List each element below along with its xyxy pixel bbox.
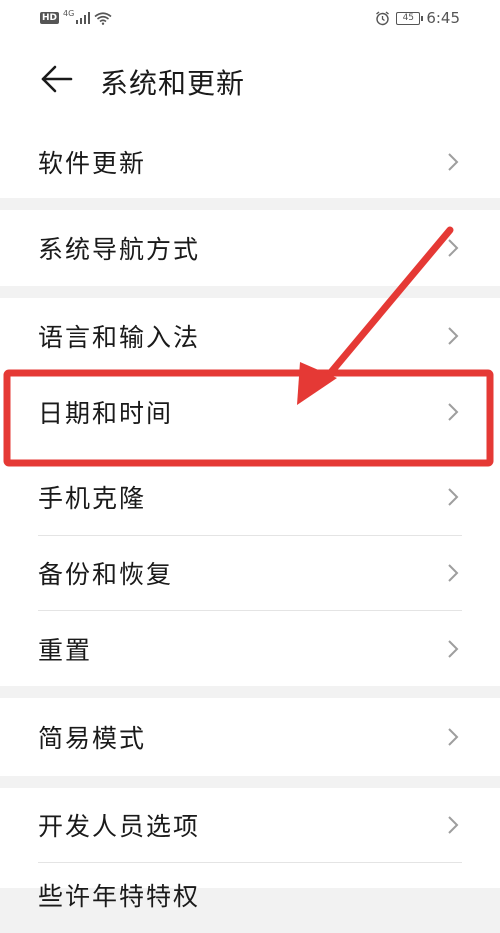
item-label: 手机克隆: [38, 484, 147, 513]
list-item-phone-clone[interactable]: 手机克隆: [0, 460, 500, 534]
list-item-backup-restore[interactable]: 备份和恢复: [0, 536, 500, 610]
item-label: 重置: [38, 635, 93, 665]
chevron-right-icon: [448, 403, 459, 421]
card-navigation: 系统导航方式: [0, 210, 500, 286]
list-item-system-navigation[interactable]: 系统导航方式: [0, 210, 500, 286]
chevron-right-icon: [448, 564, 459, 582]
item-label: 软件更新: [38, 149, 147, 178]
chevron-right-icon: [448, 327, 459, 345]
card-simple-mode: 简易模式: [0, 698, 500, 776]
wifi-icon: [94, 11, 112, 25]
item-label: 日期和时间: [38, 399, 174, 428]
item-label: 简易模式: [38, 724, 147, 753]
chevron-right-icon: [448, 639, 459, 658]
page-title: 系统和更新: [100, 67, 246, 100]
chevron-right-icon: [448, 728, 459, 746]
item-label: 语言和输入法: [38, 323, 201, 352]
status-time: 6:45: [426, 9, 460, 27]
hd-icon: HD: [40, 12, 60, 24]
card-software-update: 软件更新: [0, 126, 500, 198]
chevron-right-icon: [448, 239, 459, 257]
list-item-developer-options[interactable]: 开发人员选项: [0, 788, 500, 862]
alarm-icon: [376, 10, 390, 25]
item-label: 系统导航方式: [38, 235, 201, 264]
status-right: 45 6:45: [375, 9, 460, 27]
list-item-partial[interactable]: 些许年特特权: [0, 863, 500, 933]
list-item-date-time[interactable]: 日期和时间: [0, 374, 500, 450]
list-item-language-input[interactable]: 语言和输入法: [0, 298, 500, 374]
list-item-reset[interactable]: 重置: [0, 611, 500, 686]
item-label: 备份和恢复: [38, 560, 174, 589]
chevron-right-icon: [448, 153, 459, 171]
signal-icon: [76, 12, 91, 24]
list-item-software-update[interactable]: 软件更新: [0, 126, 500, 198]
arrow-left-icon[interactable]: [40, 64, 74, 94]
network-type: 4G: [63, 8, 75, 18]
list-item-simple-mode[interactable]: 简易模式: [0, 698, 500, 776]
header: 系统和更新: [0, 38, 500, 126]
card-developer: 开发人员选项 些许年特特权: [0, 788, 500, 911]
status-left: HD 4G: [40, 9, 112, 27]
status-bar: HD 4G 45 6:45: [0, 0, 500, 38]
chevron-right-icon: [448, 816, 459, 834]
card-general: 语言和输入法 日期和时间 手机克隆 备份和恢复 重置: [0, 298, 500, 686]
battery-icon: 45: [396, 11, 424, 25]
item-label: 开发人员选项: [38, 812, 201, 841]
item-label: 些许年特特权: [38, 882, 201, 911]
chevron-right-icon: [448, 488, 459, 506]
